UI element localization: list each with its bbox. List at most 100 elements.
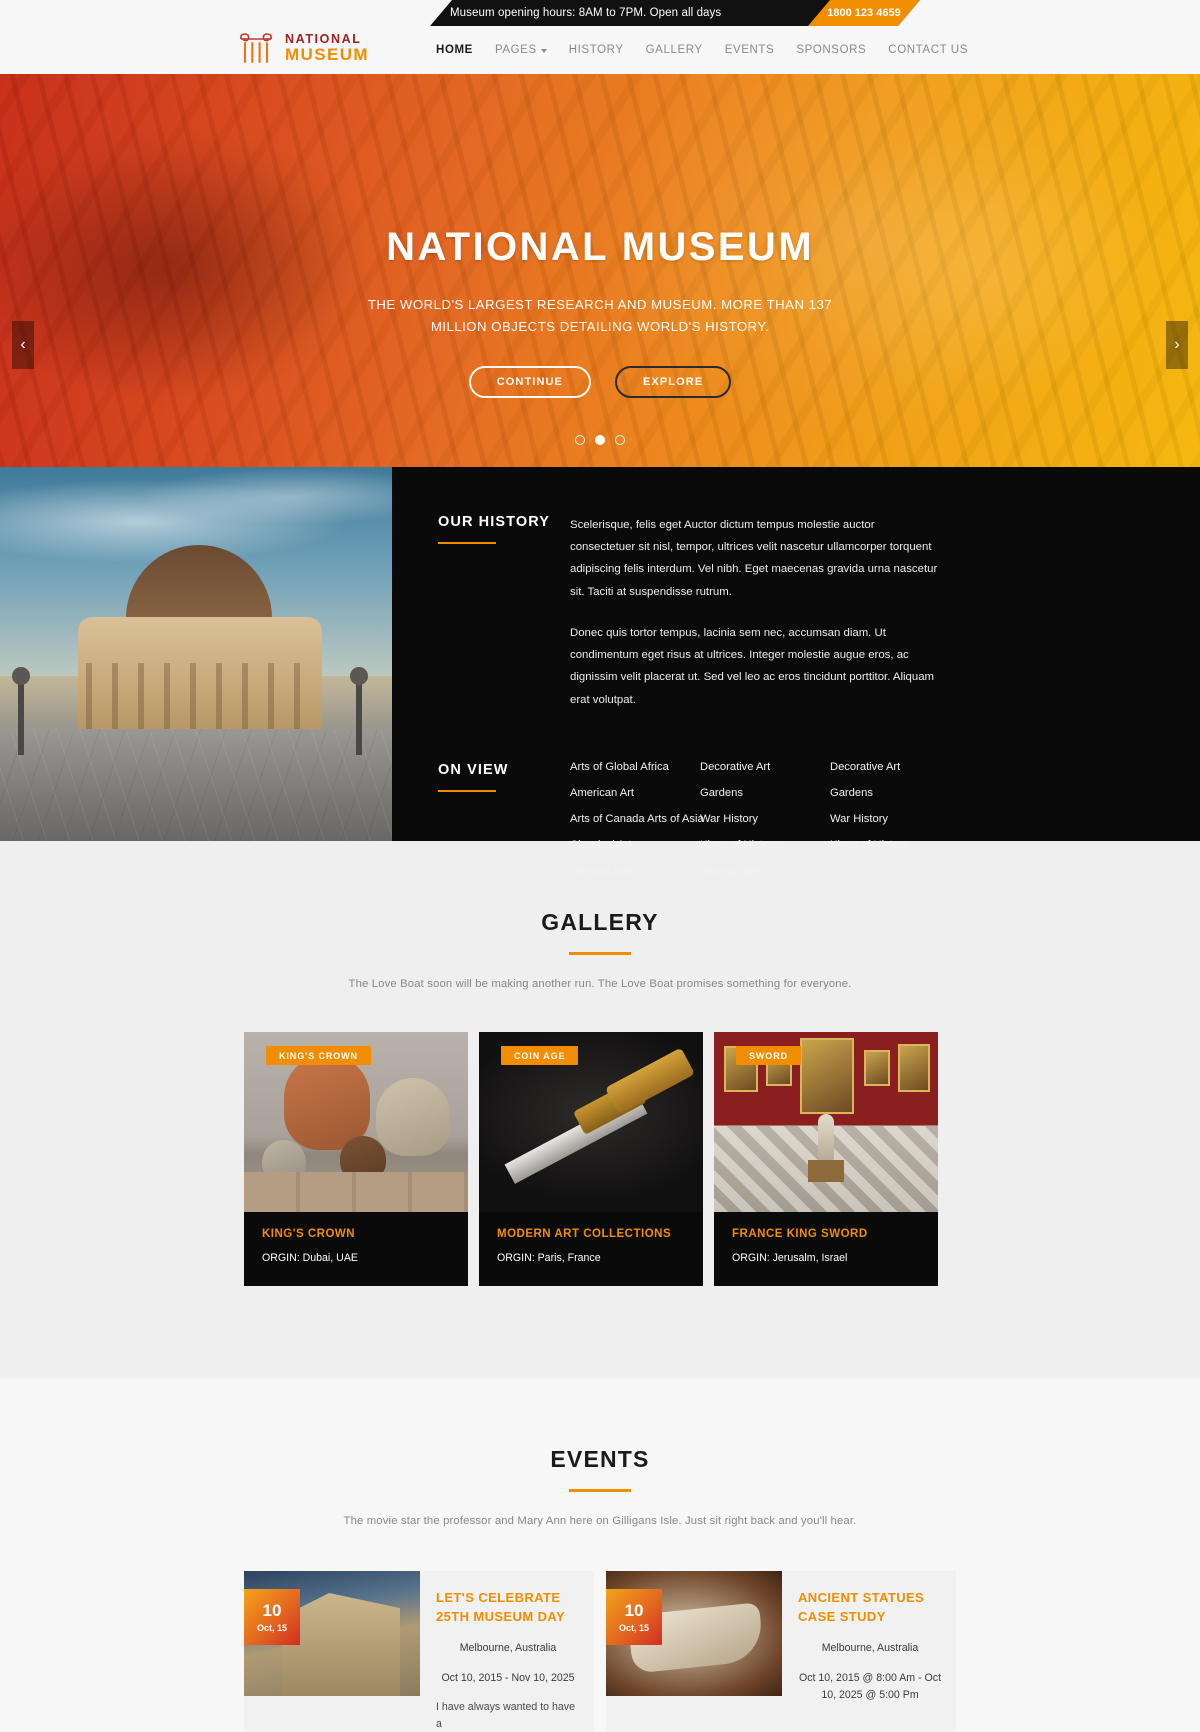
nav-item-pages[interactable]: PAGES bbox=[495, 44, 547, 56]
nav-item-label: GALLERY bbox=[645, 44, 703, 56]
on-view-item[interactable]: Arts of Global Africa bbox=[570, 761, 700, 773]
our-history-row: OUR HISTORY Scelerisque, felis eget Auct… bbox=[438, 514, 1200, 711]
events-section: EVENTS The movie star the professor and … bbox=[0, 1378, 1200, 1732]
gallery-card-body: FRANCE KING SWORD ORGIN: Jerusalm, Israe… bbox=[714, 1212, 938, 1286]
slider-prev-arrow-icon[interactable]: ‹ bbox=[12, 321, 34, 369]
nav-item-label: HISTORY bbox=[568, 44, 624, 56]
on-view-row: ON VIEW Arts of Global Africa American Ar… bbox=[438, 761, 1200, 893]
chevron-down-icon bbox=[540, 49, 547, 53]
hall-statue bbox=[818, 1114, 834, 1160]
event-title: LET'S CELEBRATE 25TH MUSEUM DAY bbox=[436, 1590, 566, 1624]
gallery-card[interactable]: KING'S CROWN KING'S CROWN ORGIN: Dubai, … bbox=[244, 1032, 468, 1286]
gallery-card-body: KING'S CROWN ORGIN: Dubai, UAE bbox=[244, 1212, 468, 1286]
nav-item-sponsors[interactable]: SPONSORS bbox=[796, 44, 866, 56]
hall-plinth bbox=[808, 1160, 844, 1182]
main-navigation: HOME PAGES HISTORY GALLERY EVENTS SPONSORS CON… bbox=[436, 26, 968, 74]
on-view-item[interactable]: Arts of Canada Arts of Asia bbox=[570, 814, 704, 825]
ionic-column-icon bbox=[240, 33, 272, 64]
logo-line-museum: MUSEUM bbox=[285, 44, 369, 64]
phone-number[interactable]: 1800 123 4659 bbox=[808, 0, 920, 26]
gallery-card-body: MODERN ART COLLECTIONS ORGIN: Paris, Fra… bbox=[479, 1212, 703, 1286]
continue-button[interactable]: CONTINUE bbox=[468, 365, 591, 398]
museum-building-photo bbox=[0, 467, 392, 841]
site-header: NATIONAL MUSEUM HOME PAGES HISTORY GALLERY E… bbox=[0, 26, 1200, 74]
gallery-card[interactable]: COIN AGE MODERN ART COLLECTIONS ORGIN: P… bbox=[479, 1032, 703, 1286]
event-dates: Oct 10, 2015 @ 8:00 Am - Oct 10, 2025 @ … bbox=[798, 1671, 942, 1701]
history-text-block: OUR HISTORY Scelerisque, felis eget Auct… bbox=[392, 467, 1200, 877]
nav-item-events[interactable]: EVENTS bbox=[725, 44, 775, 56]
event-card[interactable]: 10 Oct, 15 LET'S CELEBRATE 25TH MUSEUM D… bbox=[244, 1571, 594, 1732]
nav-item-gallery[interactable]: GALLERY bbox=[646, 44, 703, 56]
gallery-card-origin: ORGIN: Dubai, UAE bbox=[262, 1252, 358, 1264]
gallery-card-badge: SWORD bbox=[736, 1046, 801, 1065]
event-month: Oct, 15 bbox=[618, 1622, 649, 1633]
hall-painting bbox=[800, 1038, 854, 1114]
gallery-title-underline bbox=[569, 952, 631, 955]
explore-button[interactable]: EXPLORE bbox=[614, 365, 732, 398]
event-location: Melbourne, Australia bbox=[459, 1641, 557, 1654]
event-card[interactable]: 10 Oct, 15 ANCIENT STATUES CASE STUDY Me… bbox=[606, 1571, 956, 1732]
on-view-item[interactable]: Classical Art bbox=[570, 840, 700, 851]
gallery-card[interactable]: SWORD FRANCE KING SWORD ORGIN: Jerusalm,… bbox=[714, 1032, 938, 1286]
events-title: EVENTS bbox=[550, 1446, 650, 1472]
on-view-item[interactable]: Decorative Art bbox=[700, 761, 830, 773]
on-view-column-3: Decorative Art Gardens War History Kings of… bbox=[830, 761, 960, 893]
gallery-card-badge: KING'S CROWN bbox=[266, 1046, 371, 1065]
on-view-item[interactable]: German Arts bbox=[700, 866, 830, 878]
gallery-section: GALLERY The Love Boat soon will be makin… bbox=[0, 841, 1200, 1378]
on-view-item[interactable]: Kings of History bbox=[700, 840, 830, 851]
on-view-item[interactable]: American Art bbox=[570, 787, 700, 799]
on-view-item[interactable]: Gardens bbox=[830, 787, 960, 799]
gallery-card-origin: ORGIN: Jerusalm, Israel bbox=[732, 1252, 848, 1264]
our-history-underline bbox=[438, 542, 496, 544]
gallery-card-image: KING'S CROWN bbox=[244, 1032, 468, 1212]
gallery-card-title: MODERN ART COLLECTIONS bbox=[497, 1228, 672, 1240]
hall-painting bbox=[864, 1050, 890, 1086]
event-day: 10 bbox=[624, 1600, 644, 1620]
on-view-item[interactable]: War History bbox=[830, 814, 960, 825]
hero-slider: ‹ › NATIONAL MUSEUM THE WORLD'S LARGEST … bbox=[0, 74, 1200, 467]
slider-dot-3[interactable] bbox=[615, 435, 625, 445]
on-view-heading: ON VIEW bbox=[438, 761, 509, 778]
on-view-columns: Arts of Global Africa American Art Arts of… bbox=[570, 761, 960, 893]
hero-button-group: CONTINUE EXPLORE bbox=[0, 365, 1200, 398]
photo-lamp-left bbox=[12, 667, 30, 755]
slider-pagination-dots bbox=[0, 435, 1200, 445]
gallery-card-origin: ORGIN: Paris, France bbox=[497, 1252, 601, 1264]
on-view-item[interactable]: German Arts bbox=[570, 866, 700, 878]
slider-dot-2[interactable] bbox=[595, 435, 605, 445]
site-logo[interactable]: NATIONAL MUSEUM bbox=[236, 31, 369, 65]
event-thumbnail: 10 Oct, 15 bbox=[606, 1571, 782, 1696]
nav-item-label: HOME bbox=[436, 44, 473, 56]
events-title-underline bbox=[569, 1489, 631, 1492]
gallery-card-image: COIN AGE bbox=[479, 1032, 703, 1212]
nav-item-label: PAGES bbox=[494, 44, 537, 56]
nav-item-home[interactable]: HOME bbox=[436, 44, 473, 56]
gallery-card-title: FRANCE KING SWORD bbox=[732, 1228, 868, 1240]
nav-item-history[interactable]: HISTORY bbox=[569, 44, 624, 56]
gallery-title: GALLERY bbox=[541, 909, 659, 935]
gallery-card-badge: COIN AGE bbox=[501, 1046, 579, 1065]
nav-item-contact-us[interactable]: CONTACT US bbox=[888, 44, 968, 56]
hero-subtitle: THE WORLD'S LARGEST RESEARCH AND MUSEUM.… bbox=[367, 297, 833, 334]
event-month: Oct, 15 bbox=[256, 1622, 287, 1633]
on-view-column-1: Arts of Global Africa American Art Arts of… bbox=[570, 761, 704, 893]
event-day: 10 bbox=[262, 1600, 282, 1620]
hero-title: NATIONAL MUSEUM bbox=[386, 225, 814, 269]
sword-hilt bbox=[572, 1079, 648, 1135]
event-info: ANCIENT STATUES CASE STUDY Melbourne, Au… bbox=[782, 1571, 956, 1732]
event-title: ANCIENT STATUES CASE STUDY bbox=[798, 1590, 925, 1624]
on-view-item[interactable]: Decorative Art bbox=[830, 761, 960, 773]
event-location: Melbourne, Australia bbox=[821, 1641, 919, 1654]
nav-item-label: SPONSORS bbox=[796, 44, 867, 56]
on-view-item[interactable]: War History bbox=[700, 814, 830, 825]
on-view-item[interactable]: Kings of History bbox=[830, 840, 960, 851]
photo-lamp-right bbox=[350, 667, 368, 755]
on-view-item[interactable]: Gardens bbox=[700, 787, 830, 799]
events-subtitle: The movie star the professor and Mary An… bbox=[343, 1515, 857, 1527]
slider-next-arrow-icon[interactable]: › bbox=[1166, 321, 1188, 369]
top-info-bar: Museum opening hours: 8AM to 7PM. Open a… bbox=[0, 0, 1200, 26]
on-view-underline bbox=[438, 789, 496, 792]
slider-dot-1[interactable] bbox=[575, 435, 585, 445]
event-date-badge: 10 Oct, 15 bbox=[244, 1589, 300, 1645]
